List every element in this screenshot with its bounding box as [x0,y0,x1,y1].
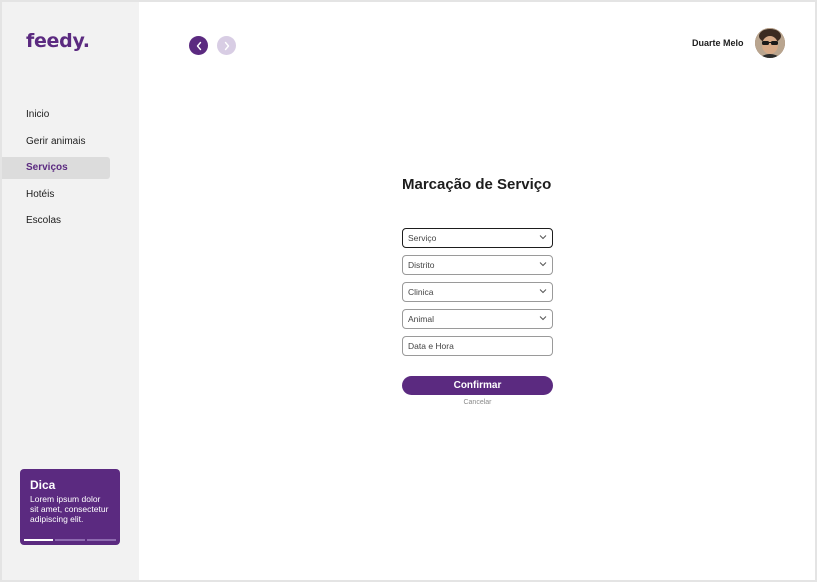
district-select-label: Distrito [408,260,435,270]
sidebar-nav: Inicio Gerir animais Serviços Hotéis Esc… [2,104,139,237]
user-avatar-icon [755,28,785,58]
forward-button[interactable] [217,36,236,55]
service-select[interactable]: Serviço [402,228,553,248]
chevron-down-icon [539,289,547,294]
user-name[interactable]: Duarte Melo [692,38,744,48]
avatar[interactable] [755,28,785,58]
page-title: Marcação de Serviço [402,176,552,193]
sidebar-item-gerir-animais[interactable]: Gerir animais [2,131,110,153]
sidebar-item-hoteis[interactable]: Hotéis [2,184,110,206]
sidebar-item-servicos[interactable]: Serviços [2,157,110,179]
sidebar: feedy. Inicio Gerir animais Serviços Hot… [2,2,139,580]
tip-pagination[interactable] [24,539,116,541]
tip-page-indicator[interactable] [24,539,54,541]
tip-page-indicator[interactable] [55,539,85,541]
logo: feedy. [26,30,90,52]
tip-page-indicator[interactable] [86,539,116,541]
clinic-select[interactable]: Clinica [402,282,553,302]
animal-select[interactable]: Animal [402,309,553,329]
district-select[interactable]: Distrito [402,255,553,275]
datetime-field-placeholder: Data e Hora [408,341,454,351]
chevron-down-icon [539,262,547,267]
tip-title: Dica [30,478,56,492]
datetime-field[interactable]: Data e Hora [402,336,553,356]
sidebar-item-inicio[interactable]: Inicio [2,104,110,126]
cancel-button[interactable]: Cancelar [402,399,553,406]
tip-card: Dica Lorem ipsum dolor sit amet, consect… [20,469,120,545]
chevron-down-icon [539,235,547,240]
chevron-left-icon [196,41,201,50]
chevron-down-icon [539,316,547,321]
animal-select-label: Animal [408,314,434,324]
tip-text: Lorem ipsum dolor sit amet, consectetur … [30,494,109,524]
back-button[interactable] [189,36,208,55]
confirm-button[interactable]: Confirmar [402,376,553,395]
history-nav [189,36,236,55]
sidebar-item-escolas[interactable]: Escolas [2,210,110,232]
clinic-select-label: Clinica [408,287,434,297]
service-select-label: Serviço [408,233,437,243]
chevron-right-icon [224,41,229,50]
